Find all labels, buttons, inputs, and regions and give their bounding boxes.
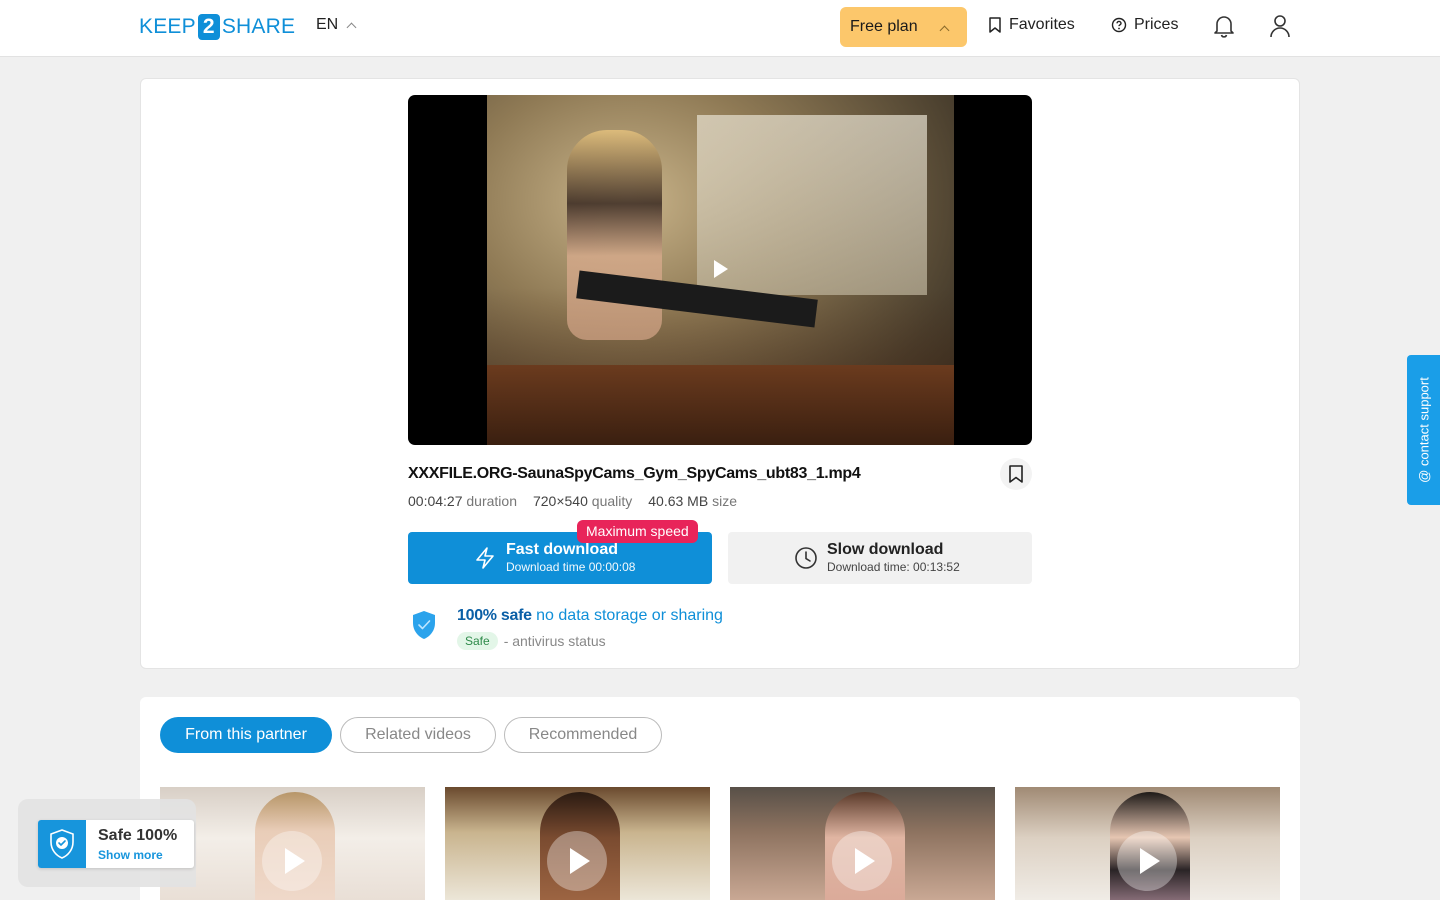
slow-download-title: Slow download <box>827 541 944 558</box>
antivirus-status: Safe - antivirus status <box>457 632 606 650</box>
shield-check-icon <box>50 829 74 859</box>
video-scene-floor <box>487 365 954 445</box>
language-selector[interactable]: EN <box>316 16 357 34</box>
file-meta: 00:04:27 duration 720×540 quality 40.63 … <box>408 493 737 509</box>
add-to-favorites-button[interactable] <box>1000 458 1032 490</box>
slow-download-time: Download time: 00:13:52 <box>827 560 960 574</box>
favorites-link[interactable]: Favorites <box>988 16 1075 34</box>
video-thumbnail[interactable] <box>445 787 710 900</box>
size-label: size <box>712 493 737 509</box>
duration-meta: 00:04:27 duration <box>408 493 517 509</box>
safety-statement: 100% safe no data storage or sharing <box>457 607 723 625</box>
show-more-link[interactable]: Show more <box>98 848 163 862</box>
top-header: KEEP 2 SHARE EN Free plan Favorites Pric… <box>0 0 1440 57</box>
safe-badge-title: Safe 100% <box>98 827 178 844</box>
language-label: EN <box>316 16 339 33</box>
play-circle-icon[interactable] <box>547 831 607 891</box>
favorites-label: Favorites <box>1009 16 1075 33</box>
video-thumbnail[interactable] <box>1015 787 1280 900</box>
logo-number: 2 <box>197 14 220 40</box>
safe-badge-icon-box <box>38 820 86 868</box>
antivirus-status-text: - antivirus status <box>503 633 606 649</box>
tab-recommended[interactable]: Recommended <box>504 717 662 753</box>
user-icon[interactable] <box>1269 14 1291 38</box>
bell-icon[interactable] <box>1213 14 1235 38</box>
prices-label: Prices <box>1134 16 1179 33</box>
safety-bold: 100% safe <box>457 607 532 624</box>
video-scene-window <box>697 115 927 295</box>
safe-100-badge[interactable]: Safe 100% Show more <box>38 820 194 868</box>
prices-link[interactable]: Prices <box>1111 16 1178 34</box>
plan-label: Free plan <box>850 18 918 35</box>
question-circle-icon <box>1111 17 1127 33</box>
play-circle-icon[interactable] <box>1117 831 1177 891</box>
clock-icon <box>795 547 817 569</box>
bookmark-icon <box>989 17 1001 33</box>
quality-value: 720×540 <box>532 493 588 509</box>
fast-download-time: Download time 00:00:08 <box>506 560 636 574</box>
video-thumbnail[interactable] <box>160 787 425 900</box>
contact-support-tab[interactable]: @ contact support <box>1407 355 1440 505</box>
antivirus-safe-pill: Safe <box>457 632 498 650</box>
size-value: 40.63 MB <box>648 493 709 509</box>
contact-support-label: @ contact support <box>1416 377 1431 483</box>
video-scene-figure <box>567 130 662 340</box>
play-icon[interactable] <box>714 260 728 278</box>
logo-text-right: SHARE <box>221 15 296 38</box>
play-circle-icon[interactable] <box>832 831 892 891</box>
chevron-up-icon <box>939 25 950 36</box>
maximum-speed-badge: Maximum speed <box>577 520 698 543</box>
tab-from-this-partner[interactable]: From this partner <box>160 717 332 753</box>
file-name: XXXFILE.ORG-SaunaSpyCams_Gym_SpyCams_ubt… <box>408 465 861 482</box>
safety-rest: no data storage or sharing <box>531 607 723 624</box>
free-plan-button[interactable]: Free plan <box>840 7 967 47</box>
duration-label: duration <box>466 493 517 509</box>
bookmark-icon <box>1009 465 1023 483</box>
chevron-up-icon <box>346 22 357 32</box>
play-circle-icon[interactable] <box>262 831 322 891</box>
keep2share-logo[interactable]: KEEP 2 SHARE <box>139 14 295 40</box>
video-thumbnail[interactable] <box>730 787 995 900</box>
size-meta: 40.63 MB size <box>648 493 737 509</box>
tab-related-videos[interactable]: Related videos <box>340 717 496 753</box>
duration-value: 00:04:27 <box>408 493 463 509</box>
logo-text-left: KEEP <box>139 15 196 38</box>
shield-check-icon <box>413 611 435 639</box>
quality-meta: 720×540 quality <box>533 493 632 509</box>
fast-download-title: Fast download <box>506 541 618 558</box>
slow-download-button[interactable]: Slow download Download time: 00:13:52 <box>728 532 1032 584</box>
lightning-icon <box>476 547 494 569</box>
quality-label: quality <box>591 493 633 509</box>
